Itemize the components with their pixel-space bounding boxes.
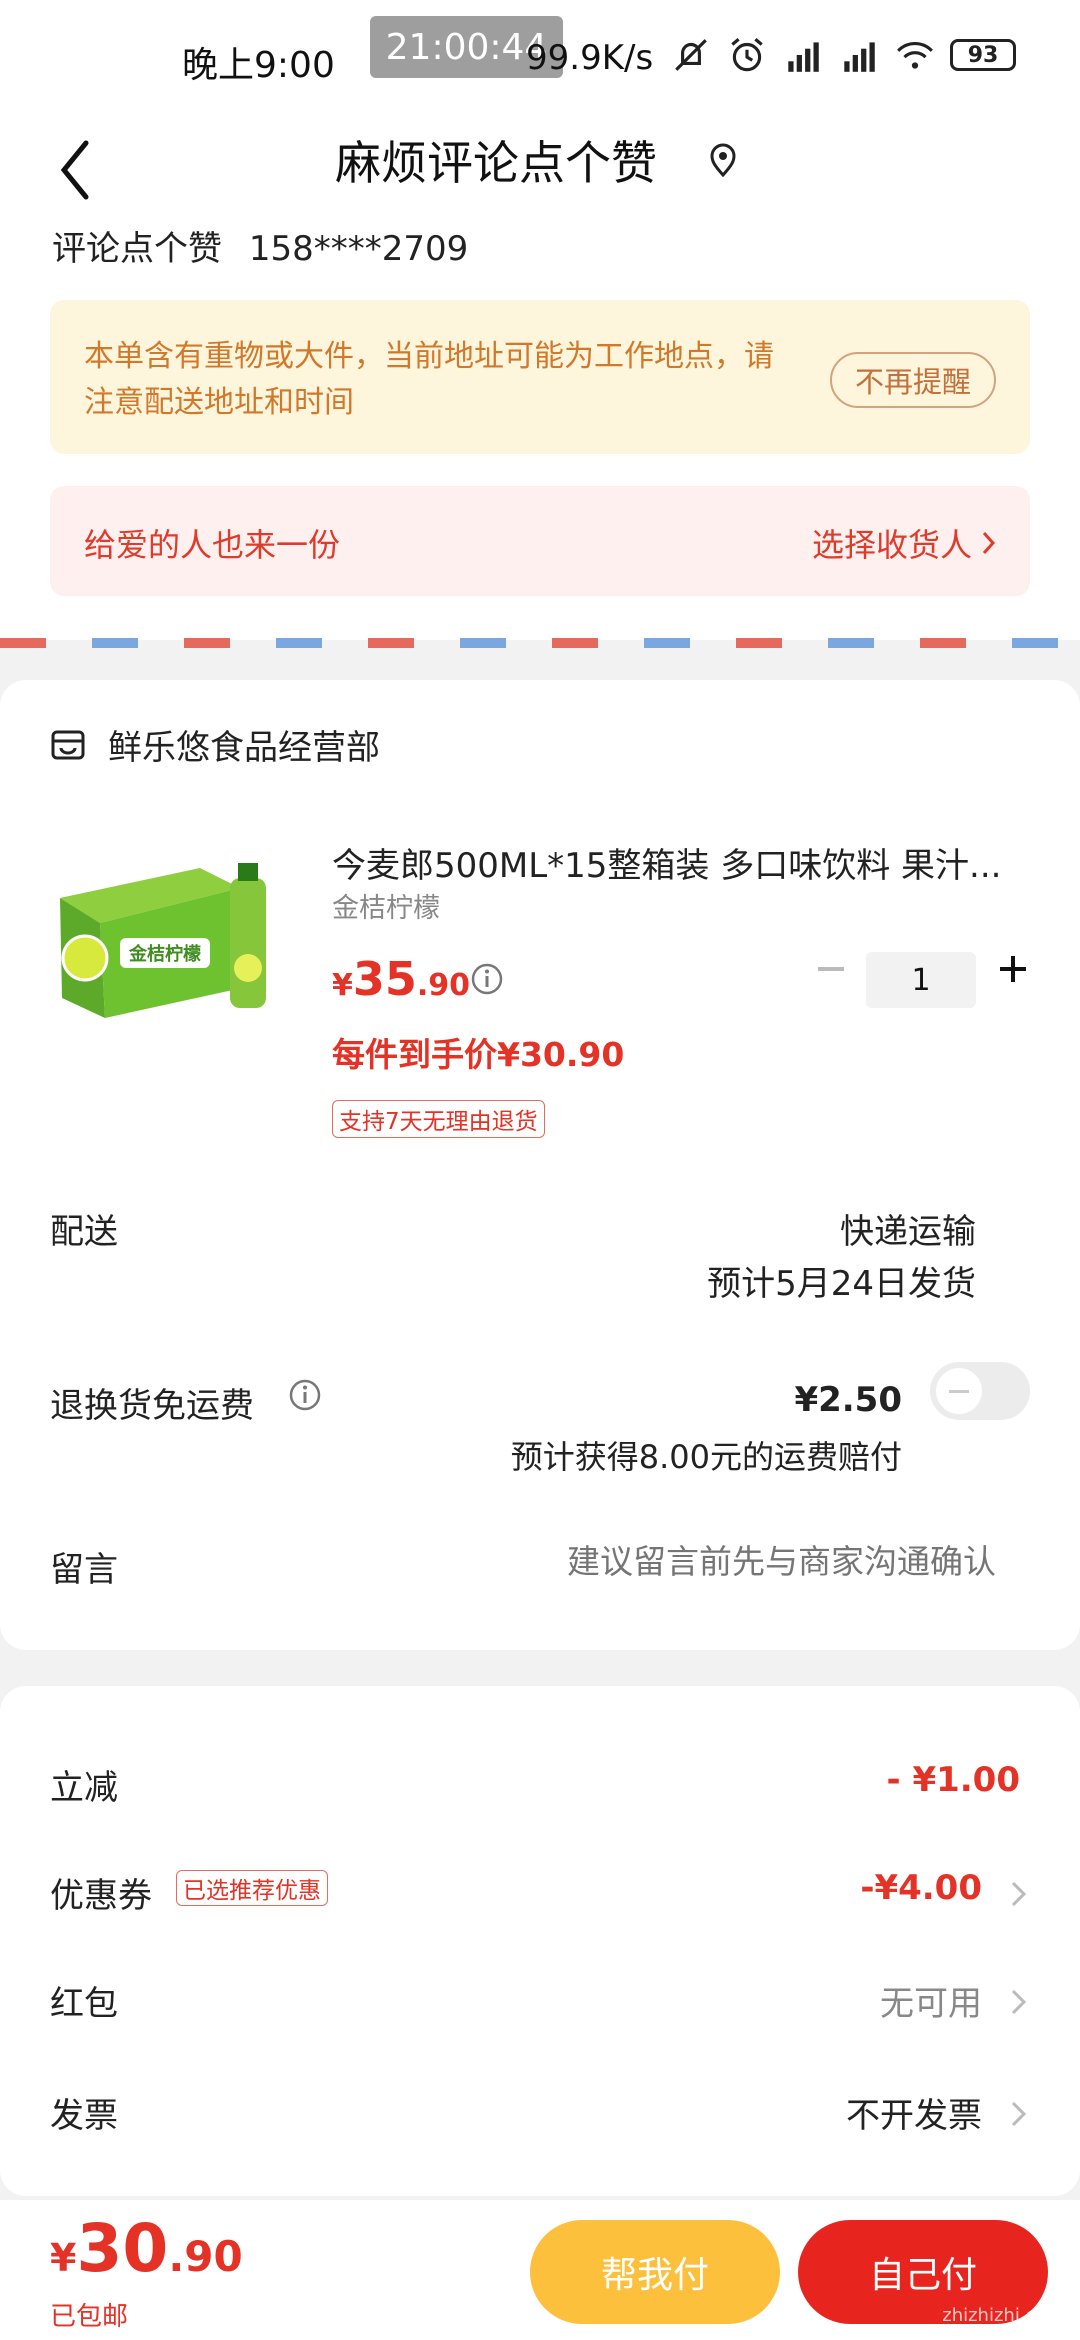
signal-icon [788, 42, 819, 72]
alarm-icon [731, 38, 763, 72]
price-decimal: .90 [416, 968, 471, 1003]
status-icons: 93 [670, 34, 1016, 76]
invoice-label: 发票 [50, 2096, 118, 2136]
shop-header[interactable]: 鲜乐悠食品经营部 [50, 720, 380, 769]
free-shipping-note: 已包邮 [50, 2302, 129, 2332]
toggle-knob [936, 1368, 982, 1414]
per-item-price: 每件到手价¥30.90 [332, 1035, 625, 1074]
shop-icon [51, 730, 85, 759]
recipient-name: 评论点个赞 [52, 229, 222, 269]
wifi-icon [897, 41, 933, 69]
watermark: zhizhizhi.com [942, 2305, 1064, 2326]
product-spec[interactable]: 金桔柠檬 [332, 886, 440, 925]
chevron-right-icon [982, 531, 996, 555]
coupon-tag: 已选推荐优惠 [176, 1870, 328, 1906]
freight-insurance-toggle[interactable] [930, 1362, 1030, 1420]
product-title[interactable]: 今麦郎500ML*15整箱装 多口味饮料 果汁... [332, 838, 1032, 887]
heavy-item-warning: 本单含有重物或大件，当前地址可能为工作地点，请注意配送地址和时间 不再提醒 [50, 300, 1030, 454]
gift-banner[interactable]: 给爱的人也来一份 选择收货人 [50, 486, 1030, 596]
shop-name: 鲜乐悠食品经营部 [108, 728, 380, 768]
increase-quantity-button[interactable] [990, 946, 1036, 992]
instant-discount-value: - ¥1.00 [886, 1760, 1021, 1800]
gift-text: 给爱的人也来一份 [84, 526, 341, 564]
notice-card: 本单含有重物或大件，当前地址可能为工作地点，请注意配送地址和时间 不再提醒 给爱… [0, 280, 1080, 640]
chevron-right-icon [1011, 1989, 1027, 2015]
return-policy-badge: 支持7天无理由退货 [332, 1100, 545, 1138]
pay-for-me-button[interactable]: 帮我付 [530, 2220, 780, 2324]
total-currency: ¥ [50, 2236, 77, 2280]
red-packet-row[interactable]: 红包 无可用 [0, 1964, 1080, 2034]
coupon-row[interactable]: 优惠券 已选推荐优惠 -¥4.00 [0, 1856, 1080, 1926]
invoice-row[interactable]: 发票 不开发票 [0, 2076, 1080, 2146]
total-integer: 30 [76, 2210, 169, 2287]
freight-insurance-label: 退换货免运费 [50, 1386, 254, 1426]
chevron-right-icon [1011, 2101, 1027, 2127]
quantity-field[interactable]: 1 [866, 952, 976, 1008]
back-icon[interactable] [52, 135, 96, 205]
page-title[interactable]: 麻烦评论点个赞 [335, 127, 657, 193]
message-input[interactable] [436, 1542, 996, 1581]
product-price: ¥ 35 .90 [332, 952, 470, 1006]
instant-discount-label: 立减 [50, 1768, 118, 1808]
invoice-value: 不开发票 [846, 2096, 982, 2136]
delivery-eta: 预计5月24日发货 [707, 1264, 976, 1304]
freight-info-icon[interactable] [288, 1378, 322, 1412]
choose-recipient-label: 选择收货人 [811, 526, 972, 564]
network-speed: 99.9K/s [526, 38, 654, 78]
dismiss-button[interactable]: 不再提醒 [830, 352, 996, 408]
status-bar: 晚上9:00 21:00:44 99.9K/s 93 [0, 0, 1080, 115]
product-image-label: 金桔柠檬 [128, 943, 201, 965]
freight-price: ¥2.50 [794, 1380, 902, 1420]
status-time: 晚上9:00 [182, 45, 335, 86]
checkout-bar: ¥ 30 .90 已包邮 帮我付 自己付 zhizhizhi.com [0, 2200, 1080, 2340]
red-packet-value: 无可用 [880, 1984, 982, 2024]
total-decimal: .90 [168, 2232, 243, 2281]
red-packet-label: 红包 [50, 1984, 118, 2024]
shop-card: 鲜乐悠食品经营部 金桔柠檬 今麦郎500ML*15整箱装 多口味饮料 果汁...… [0, 680, 1080, 1650]
delivery-label: 配送 [50, 1212, 118, 1252]
envelope-divider [0, 638, 1080, 648]
discount-card: 立减 - ¥1.00 优惠券 已选推荐优惠 -¥4.00 红包 无可用 发票 不… [0, 1686, 1080, 2196]
decrease-quantity-button[interactable] [808, 946, 854, 992]
price-integer: 35 [352, 952, 417, 1006]
product-image[interactable]: 金桔柠檬 [50, 848, 290, 1044]
coupon-label: 优惠券 [50, 1876, 152, 1916]
price-info-icon[interactable] [470, 962, 504, 996]
chevron-right-icon [1011, 1881, 1027, 1907]
warning-text: 本单含有重物或大件，当前地址可能为工作地点，请注意配送地址和时间 [84, 339, 774, 420]
instant-discount-row: 立减 - ¥1.00 [0, 1748, 1080, 1818]
freight-note: 预计获得8.00元的运费赔付 [510, 1438, 902, 1476]
choose-recipient-link[interactable]: 选择收货人 [812, 520, 996, 566]
delivery-method[interactable]: 快递运输 [840, 1204, 976, 1253]
recipient-phone: 158****2709 [248, 229, 469, 269]
message-label: 留言 [50, 1550, 118, 1590]
recipient-info[interactable]: 评论点个赞 158****2709 [52, 221, 484, 270]
coupon-value: -¥4.00 [860, 1868, 982, 1908]
mute-icon [675, 39, 707, 71]
battery-icon: 93 [950, 39, 1016, 71]
signal-icon-2 [844, 42, 875, 72]
total-price: ¥ 30 .90 [50, 2210, 243, 2287]
price-currency: ¥ [332, 968, 353, 1003]
location-pin-icon[interactable] [708, 143, 738, 177]
